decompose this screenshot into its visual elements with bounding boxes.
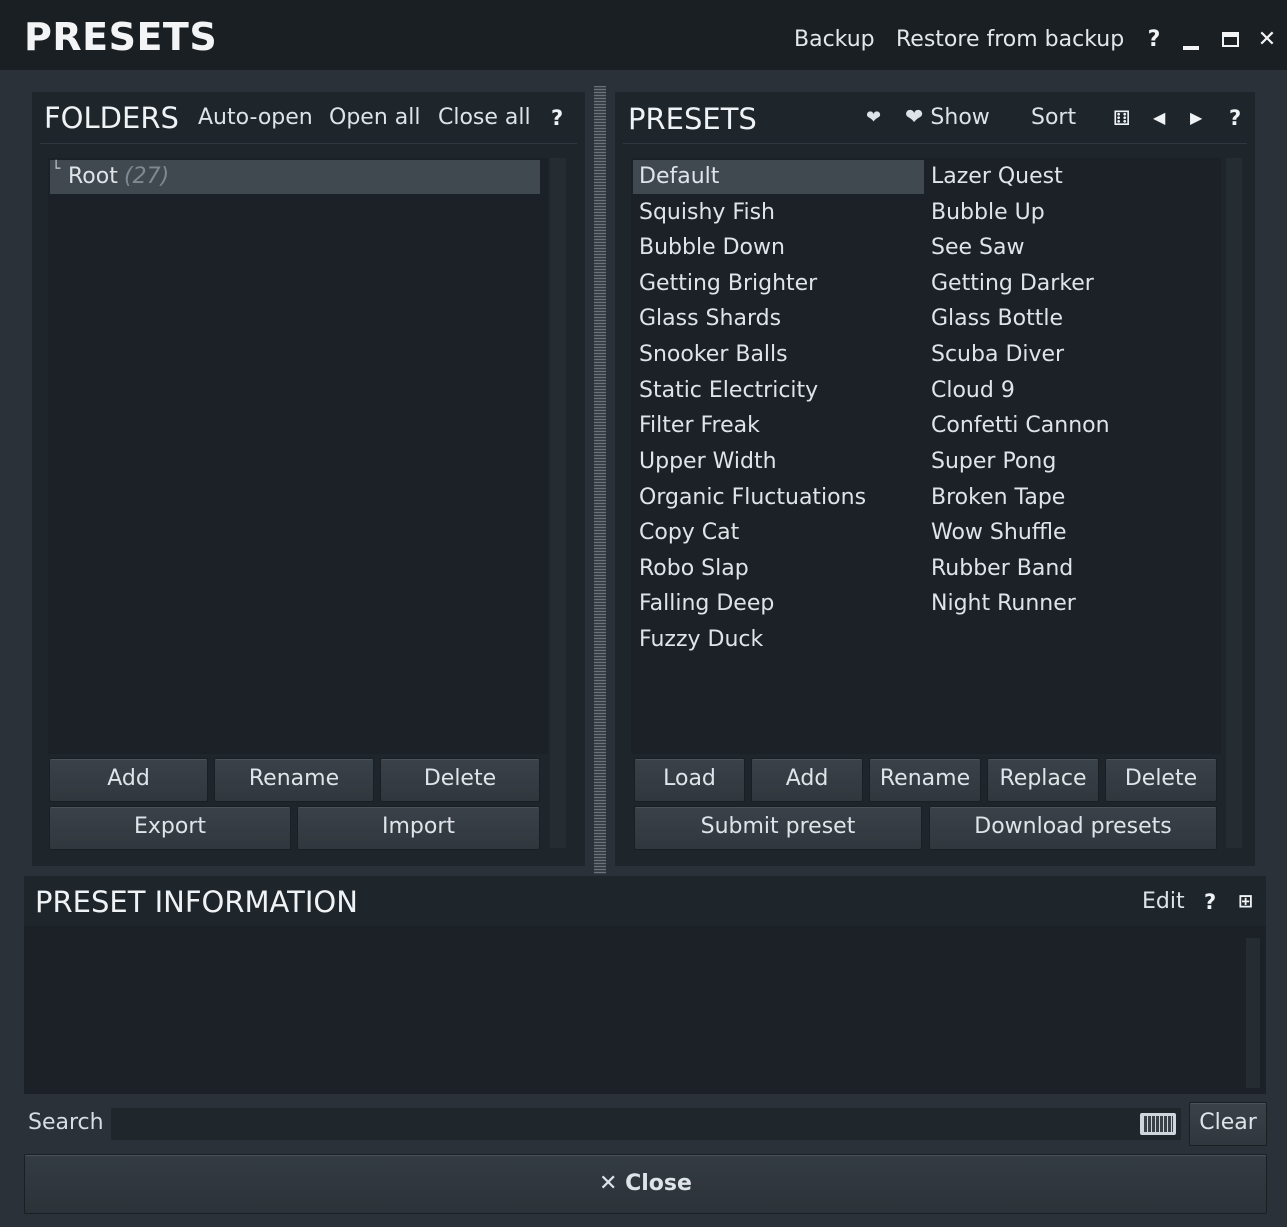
next-preset-icon[interactable]: ▶ <box>1190 103 1202 133</box>
delete-preset-button[interactable]: Delete <box>1105 758 1217 802</box>
expand-info-icon[interactable]: ⊞ <box>1238 887 1253 917</box>
preset-item[interactable]: Fuzzy Duck <box>639 623 763 657</box>
keyboard-icon[interactable] <box>1140 1113 1176 1135</box>
preset-item[interactable]: Rubber Band <box>931 552 1073 586</box>
edit-info-button[interactable]: Edit <box>1142 887 1185 917</box>
preset-item[interactable]: Lazer Quest <box>931 160 1063 194</box>
show-favorites-toggle[interactable]: ❤ Show <box>905 103 990 133</box>
add-preset-button[interactable]: Add <box>751 758 863 802</box>
panel-splitter[interactable] <box>594 86 606 874</box>
info-help-icon[interactable]: ? <box>1204 887 1216 917</box>
search-label: Search <box>28 1110 104 1135</box>
minimize-icon[interactable] <box>1183 46 1199 50</box>
folder-scrollbar[interactable] <box>550 158 566 848</box>
close-button[interactable]: ✕ Close <box>24 1154 1267 1214</box>
close-window-icon[interactable]: ✕ <box>1256 25 1278 55</box>
preset-item[interactable]: Squishy Fish <box>639 196 775 230</box>
preset-item[interactable]: Bubble Up <box>931 196 1045 230</box>
presets-help-icon[interactable]: ? <box>1229 103 1241 133</box>
preset-item[interactable]: Bubble Down <box>639 231 785 265</box>
maximize-icon[interactable] <box>1222 32 1239 47</box>
preset-item[interactable]: Snooker Balls <box>639 338 788 372</box>
preset-item[interactable]: Robo Slap <box>639 552 749 586</box>
preset-scrollbar[interactable] <box>1226 158 1242 848</box>
preset-item[interactable]: Copy Cat <box>639 516 739 550</box>
auto-open-toggle[interactable]: Auto-open <box>198 103 313 133</box>
preset-item[interactable]: Broken Tape <box>931 481 1065 515</box>
folders-title: FOLDERS <box>44 101 179 135</box>
restore-backup-link[interactable]: Restore from backup <box>896 25 1124 55</box>
preset-item[interactable]: Wow Shuffle <box>931 516 1067 550</box>
previous-preset-icon[interactable]: ◀ <box>1153 103 1165 133</box>
favorite-heart-icon[interactable]: ❤ <box>866 103 881 133</box>
load-preset-button[interactable]: Load <box>634 758 745 802</box>
preset-item[interactable]: Cloud 9 <box>931 374 1015 408</box>
preset-information-title: PRESET INFORMATION <box>35 885 358 919</box>
download-presets-button[interactable]: Download presets <box>929 806 1217 850</box>
preset-item[interactable]: Glass Bottle <box>931 302 1063 336</box>
preset-item[interactable]: Upper Width <box>639 445 777 479</box>
folder-tree <box>48 158 548 754</box>
preset-item[interactable]: See Saw <box>931 231 1024 265</box>
folder-rename-button[interactable]: Rename <box>214 758 374 802</box>
preset-information-text <box>24 926 1266 1094</box>
tree-branch-icon: └ <box>52 161 61 177</box>
random-dice-icon[interactable]: ⚅ <box>1113 103 1130 133</box>
folders-divider <box>40 143 577 144</box>
preset-item[interactable]: Organic Fluctuations <box>639 481 866 515</box>
open-all-button[interactable]: Open all <box>329 103 420 133</box>
preset-item[interactable]: Static Electricity <box>639 374 818 408</box>
submit-preset-button[interactable]: Submit preset <box>634 806 922 850</box>
window-title: PRESETS <box>24 15 218 59</box>
preset-item[interactable]: Scuba Diver <box>931 338 1064 372</box>
folder-root-label: Root <box>68 164 118 189</box>
preset-item[interactable]: Falling Deep <box>639 587 774 621</box>
backup-link[interactable]: Backup <box>794 25 875 55</box>
folder-root-count: (27) <box>124 164 170 189</box>
import-button[interactable]: Import <box>297 806 540 850</box>
preset-item[interactable]: Default <box>639 160 719 194</box>
preset-item[interactable]: Night Runner <box>931 587 1076 621</box>
close-all-button[interactable]: Close all <box>438 103 531 133</box>
replace-preset-button[interactable]: Replace <box>987 758 1099 802</box>
preset-item[interactable]: Filter Freak <box>639 409 760 443</box>
preset-item[interactable]: Getting Brighter <box>639 267 817 301</box>
help-icon[interactable]: ? <box>1144 25 1164 55</box>
folder-add-button[interactable]: Add <box>49 758 208 802</box>
sort-button[interactable]: Sort <box>1031 103 1076 133</box>
rename-preset-button[interactable]: Rename <box>869 758 981 802</box>
clear-search-button[interactable]: Clear <box>1189 1102 1267 1146</box>
folder-delete-button[interactable]: Delete <box>380 758 540 802</box>
preset-item[interactable]: Super Pong <box>931 445 1056 479</box>
presets-title: PRESETS <box>628 102 757 136</box>
search-input[interactable] <box>111 1108 1181 1140</box>
info-scrollbar[interactable] <box>1246 938 1260 1088</box>
folders-help-icon[interactable]: ? <box>551 103 563 133</box>
presets-divider <box>623 143 1247 144</box>
preset-item[interactable]: Glass Shards <box>639 302 781 336</box>
preset-item[interactable]: Confetti Cannon <box>931 409 1110 443</box>
preset-item[interactable]: Getting Darker <box>931 267 1094 301</box>
export-button[interactable]: Export <box>49 806 291 850</box>
